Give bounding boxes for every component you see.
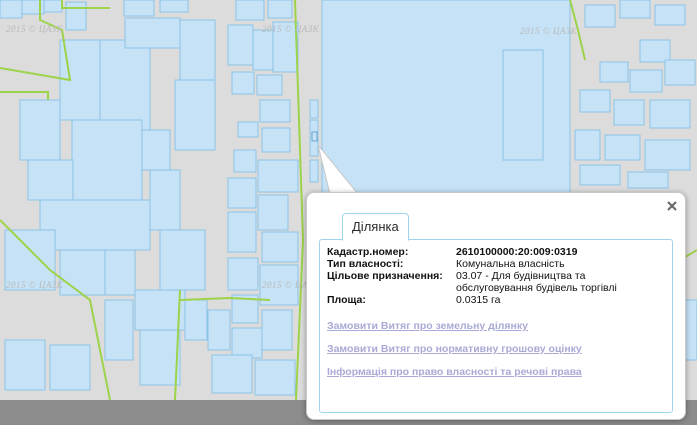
ownership-info-link[interactable]: Інформація про право власності та речові… bbox=[327, 366, 582, 378]
popup-pointer bbox=[318, 145, 366, 195]
order-land-extract-link[interactable]: Замовити Витяг про земельну ділянку bbox=[327, 320, 528, 332]
field-label: Площа: bbox=[327, 294, 366, 306]
map-watermark: 2015 © ЦАЗК bbox=[520, 26, 578, 36]
field-value: Комунальна власність bbox=[456, 258, 565, 270]
order-valuation-extract-link[interactable]: Замовити Витяг про нормативну грошову оц… bbox=[327, 343, 582, 355]
field-value: 03.07 - Для будівництва та обслуговуванн… bbox=[456, 270, 617, 294]
tab-parcel[interactable]: Ділянка bbox=[342, 213, 409, 241]
field-label: Кадастр.номер: bbox=[327, 246, 409, 258]
selected-parcel[interactable] bbox=[311, 131, 318, 142]
parcel-details-panel: Кадастр.номер: 2610100000:20:009:0319 Ти… bbox=[319, 239, 673, 413]
field-value: 2610100000:20:009:0319 bbox=[456, 246, 578, 258]
map-watermark: 2015 © ЦАЗК bbox=[262, 24, 320, 34]
field-value: 0.0315 га bbox=[456, 294, 501, 306]
field-label: Тип власності: bbox=[327, 258, 404, 270]
parcel-info-popup: Ділянка Кадастр.номер: 2610100000:20:009… bbox=[306, 192, 686, 420]
map-watermark: 2015 © ЦАЗК bbox=[6, 280, 64, 290]
close-icon[interactable] bbox=[665, 199, 679, 213]
map-watermark: 2015 © ЦАЗК bbox=[6, 24, 64, 34]
field-label: Цільове призначення: bbox=[327, 270, 443, 282]
